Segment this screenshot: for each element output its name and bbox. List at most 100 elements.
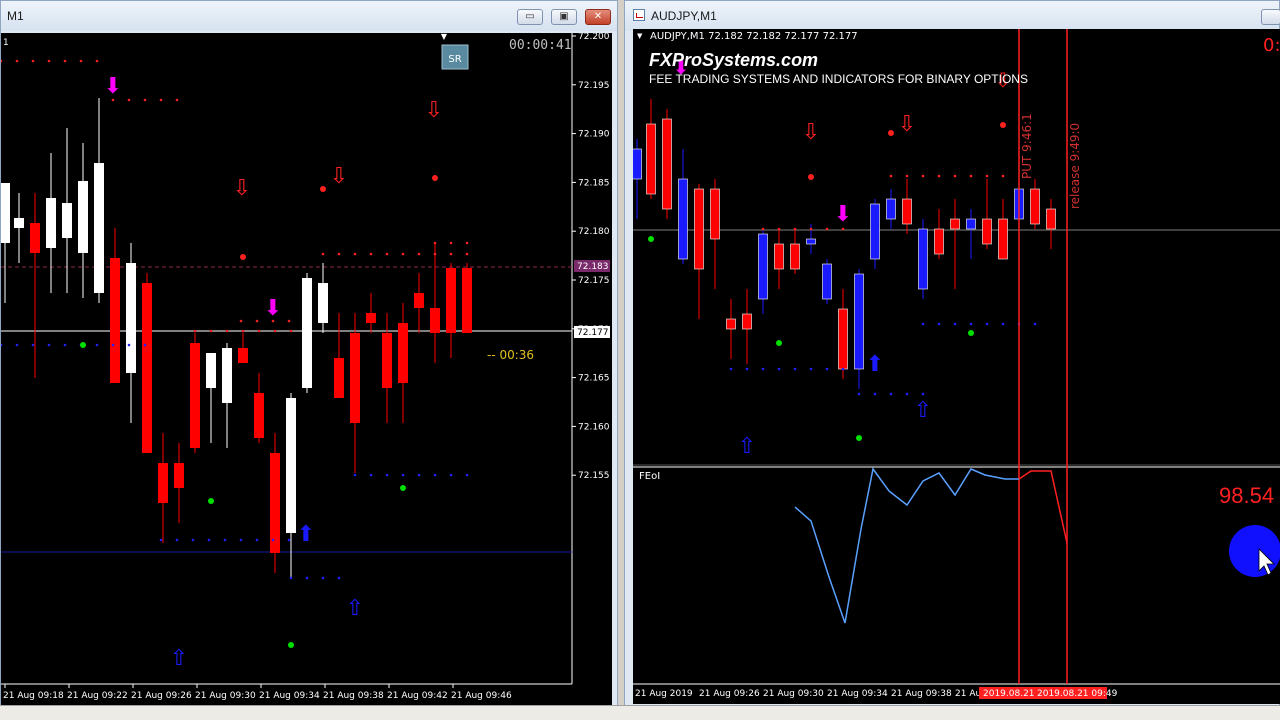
signal-dot (207, 538, 211, 542)
candle-body (870, 203, 880, 260)
right-chart-window[interactable]: AUDJPY,M1 ⬇ ⬇ ⇩ ⇩ ⇩ ⬆ ⇧ ⇧ ▼ AUDJPY,M1 72… (624, 0, 1280, 716)
chart-window-icon (633, 9, 645, 21)
right-titlebar[interactable]: AUDJPY,M1 (625, 1, 1280, 31)
left-chart-window[interactable]: M1 ▭ ▣ ✕ ⬇ ⬇ ⇩ ⇩ ⇩ ⬆ ⇧ ⇧ 72.200 72.195 72.… (0, 0, 618, 716)
signal-dot (193, 329, 197, 333)
signal-dot (985, 322, 989, 326)
signal-dot (15, 343, 19, 347)
left-window-title: M1 (7, 9, 24, 23)
menu-marker: ▼ (637, 32, 643, 40)
left-time-axis: 21 Aug 09:18 21 Aug 09:22 21 Aug 09:26 21 A… (3, 684, 512, 701)
candle-body (886, 198, 896, 220)
candle-body (318, 283, 328, 323)
signal-dot (208, 498, 214, 504)
signal-dot (889, 392, 893, 396)
right-dots (648, 122, 1037, 441)
signal-dot (47, 343, 51, 347)
right-price-chart[interactable]: ⬇ ⬇ ⇩ ⇩ ⇩ ⬆ ⇧ ⇧ ▼ AUDJPY,M1 72.182 72.18… (633, 29, 1280, 704)
signal-dot (271, 538, 275, 542)
brand-tagline: FEE TRADING SYSTEMS AND INDICATORS FOR B… (649, 72, 1028, 86)
time-tick: 21 Aug 09:22 (67, 691, 128, 701)
left-titlebar[interactable]: M1 ▭ ▣ ✕ (1, 1, 617, 31)
candle-body (14, 218, 24, 228)
up-arrow-icon: ⇧ (170, 646, 188, 671)
time-tick: 21 Aug 09:38 (891, 689, 952, 699)
time-tick: 21 Aug 09:34 (827, 689, 888, 699)
candle-body (398, 323, 408, 383)
signal-dot (969, 322, 973, 326)
candle-body (918, 228, 928, 290)
candle-body (254, 393, 264, 438)
candle-body (190, 343, 200, 448)
candle-body (366, 313, 376, 323)
candle-body (158, 463, 168, 503)
signal-dot (841, 367, 845, 371)
signal-dot (321, 252, 325, 256)
price-tick: 72.185 (578, 178, 610, 188)
right-window-title: AUDJPY,M1 (651, 9, 717, 23)
down-arrow-icon: ⇩ (802, 120, 820, 145)
candle-body (633, 148, 642, 180)
signal-dot (777, 227, 781, 231)
signal-dot (985, 174, 989, 178)
sr-button[interactable]: SR (448, 54, 461, 65)
signal-dot (921, 392, 925, 396)
signal-dot (937, 322, 941, 326)
signal-dot (905, 174, 909, 178)
candle-body (854, 273, 864, 370)
signal-dot (953, 174, 957, 178)
signal-dot (369, 473, 373, 477)
candle-body (822, 263, 832, 300)
left-chart-svg: ⬇ ⬇ ⇩ ⇩ ⇩ ⬆ ⇧ ⇧ 72.200 72.195 72.190 72.185… (1, 33, 610, 701)
candle-body (302, 278, 312, 388)
candle-body (46, 198, 56, 248)
left-candles (1, 98, 472, 578)
time-tick: 21 Aug 09:30 (195, 691, 256, 701)
corner-value: 0: (1263, 35, 1280, 56)
signal-dot (257, 329, 261, 333)
signal-dot (857, 392, 861, 396)
signal-dot (449, 252, 453, 256)
candle-body (982, 218, 992, 245)
signal-dot (289, 329, 293, 333)
candle-body (1, 183, 10, 243)
signal-dot (255, 538, 259, 542)
close-button[interactable]: ✕ (585, 9, 611, 25)
put-label: PUT 9:46:1 (1020, 113, 1034, 179)
feoi-indicator-line-red (1018, 470, 1068, 544)
signal-dot (433, 241, 437, 245)
candle-body (1046, 208, 1056, 230)
restore-button[interactable]: ▣ (551, 9, 577, 25)
signal-dot (159, 538, 163, 542)
left-price-chart[interactable]: ⬇ ⬇ ⇩ ⇩ ⇩ ⬆ ⇧ ⇧ 72.200 72.195 72.190 72.185… (1, 33, 612, 706)
right-minimize-button[interactable] (1261, 9, 1280, 25)
candle-body (414, 293, 424, 308)
feoi-indicator-line (794, 467, 1019, 624)
signal-dot (175, 538, 179, 542)
candle-body (694, 188, 704, 270)
cursor-highlight (1229, 525, 1280, 577)
signal-dot (968, 330, 974, 336)
candle-body (966, 218, 976, 230)
signal-dot (223, 538, 227, 542)
signal-dot (856, 435, 862, 441)
signal-dot (809, 227, 813, 231)
signal-dot (648, 236, 654, 242)
countdown-timer: 00:00:41 (509, 38, 572, 53)
signal-dot (793, 227, 797, 231)
signal-dot (825, 367, 829, 371)
signal-dot (337, 576, 341, 580)
signal-dot (433, 252, 437, 256)
price-tick: 72.180 (578, 227, 610, 237)
candle-body (646, 123, 656, 195)
signal-dot (417, 473, 421, 477)
signal-dot (1001, 174, 1005, 178)
signal-dot (95, 343, 99, 347)
signal-dot (841, 227, 845, 231)
candle-body (934, 228, 944, 255)
signal-dot (255, 319, 259, 323)
down-arrow-icon: ⇩ (898, 112, 916, 137)
time-tick: 21 Aug 09:26 (699, 689, 760, 699)
up-arrow-icon: ⬆ (297, 522, 315, 547)
minimize-button[interactable]: ▭ (517, 9, 543, 25)
